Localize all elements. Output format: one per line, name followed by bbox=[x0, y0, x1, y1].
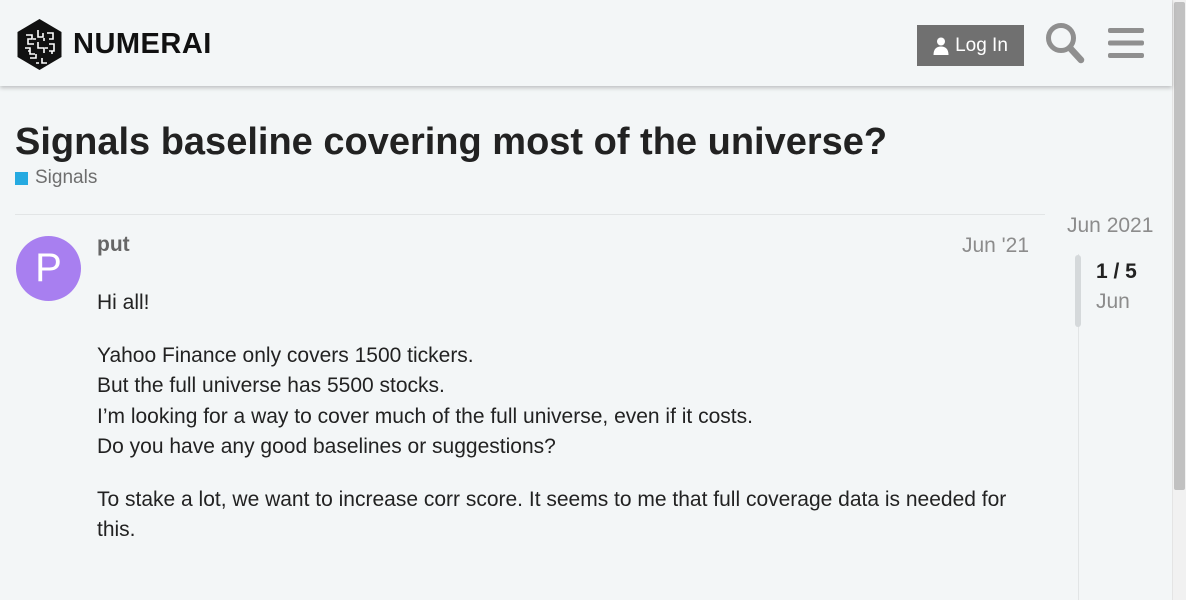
hamburger-menu-icon[interactable] bbox=[1108, 26, 1144, 60]
post-line: But the full universe has 5500 stocks. bbox=[97, 374, 445, 397]
post-paragraph: Yahoo Finance only covers 1500 tickers. … bbox=[97, 341, 1032, 463]
post-author[interactable]: put bbox=[97, 233, 130, 257]
post-line: To stake a lot, we want to increase corr… bbox=[97, 487, 1007, 542]
numerai-logo-icon bbox=[17, 19, 62, 70]
post-body: Hi all! Yahoo Finance only covers 1500 t… bbox=[97, 288, 1032, 568]
numerai-logo[interactable]: NUMERAI bbox=[16, 18, 212, 71]
post-paragraph: Hi all! bbox=[97, 288, 1032, 319]
post-line: Yahoo Finance only covers 1500 tickers. bbox=[97, 343, 474, 367]
post-line: Hi all! bbox=[97, 291, 150, 314]
login-button[interactable]: Log In bbox=[917, 25, 1024, 66]
category-color-swatch bbox=[15, 171, 28, 185]
scrollbar-thumb[interactable] bbox=[1174, 2, 1185, 490]
post-line: I’m looking for a way to cover much of t… bbox=[97, 404, 753, 428]
avatar-letter: P bbox=[35, 246, 62, 290]
post-paragraph: To stake a lot, we want to increase corr… bbox=[97, 485, 1032, 546]
post-date[interactable]: Jun '21 bbox=[962, 234, 1029, 258]
post-line: Do you have any good baselines or sugges… bbox=[97, 435, 556, 458]
topic-title[interactable]: Signals baseline covering most of the un… bbox=[15, 118, 887, 166]
timeline-current-date: Jun bbox=[1096, 290, 1130, 313]
page-scrollbar[interactable] bbox=[1172, 0, 1186, 600]
search-icon[interactable] bbox=[1045, 22, 1085, 64]
topic-divider bbox=[15, 214, 1045, 215]
timeline-position: 1 / 5 bbox=[1096, 260, 1137, 283]
site-header: NUMERAI Log In bbox=[0, 0, 1172, 86]
timeline-handle[interactable] bbox=[1075, 255, 1081, 327]
brand-name: NUMERAI bbox=[73, 28, 212, 60]
timeline-start-date[interactable]: Jun 2021 bbox=[1067, 214, 1153, 238]
avatar[interactable]: P bbox=[16, 236, 81, 301]
user-icon bbox=[933, 37, 949, 55]
login-button-label: Log In bbox=[955, 34, 1008, 56]
category-name: Signals bbox=[35, 167, 98, 188]
category-badge[interactable]: Signals bbox=[15, 166, 97, 190]
